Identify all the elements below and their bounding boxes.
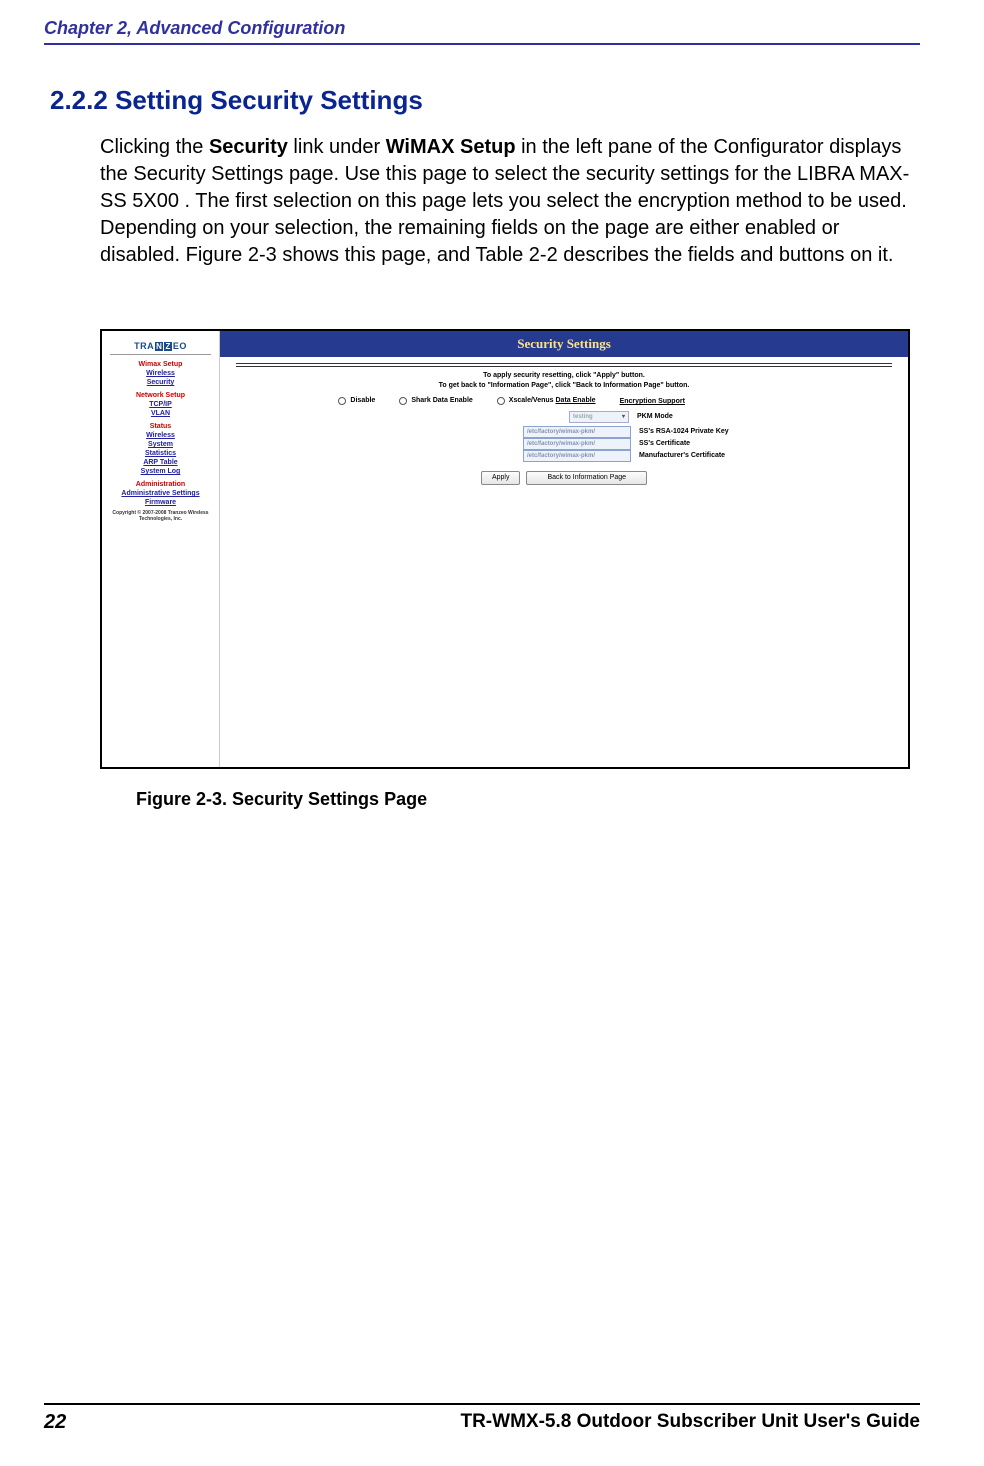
sidebar-link[interactable]: TCP/IP — [102, 401, 219, 408]
encryption-radio[interactable]: Shark Data Enable — [399, 397, 472, 405]
radio-icon — [338, 397, 346, 405]
figure-caption: Figure 2-3. Security Settings Page — [136, 789, 910, 810]
guide-title: TR-WMX-5.8 Outdoor Subscriber Unit User'… — [460, 1411, 920, 1434]
encryption-support-header: Encryption Support — [620, 398, 790, 405]
sidebar-link[interactable]: Wireless — [102, 432, 219, 439]
encryption-radio[interactable]: Disable — [338, 397, 375, 405]
sidebar-group-title: Network Setup — [102, 392, 219, 399]
button-row: Apply Back to Information Page — [481, 471, 647, 485]
chevron-down-icon: ▾ — [622, 413, 625, 420]
back-button[interactable]: Back to Information Page — [526, 471, 647, 485]
encryption-radio-row: Disable Shark Data Enable Xscale/Venus Dat… — [338, 397, 595, 405]
section-body: Clicking the Security link under WiMAX S… — [100, 134, 918, 269]
sidebar-link[interactable]: Security — [102, 379, 219, 386]
logo-part: TRA — [134, 341, 154, 351]
sidebar-group-title: Wimax Setup — [102, 361, 219, 368]
sidebar-link[interactable]: Firmware — [102, 499, 219, 506]
sidebar-link[interactable]: Wireless — [102, 370, 219, 377]
encryption-radio[interactable]: Xscale/Venus Data Enable — [497, 397, 596, 405]
cert-field-row: /etc/factory/wimax-pkm/SS's Certificate — [319, 438, 809, 450]
cert-path-input[interactable]: /etc/factory/wimax-pkm/ — [523, 438, 631, 450]
sidebar-link[interactable]: VLAN — [102, 410, 219, 417]
cert-field-label: SS's Certificate — [639, 440, 809, 447]
pkm-mode-label: PKM Mode — [637, 413, 807, 420]
logo-part: N — [155, 342, 163, 351]
instruction-line: To apply security resetting, click "Appl… — [220, 371, 908, 381]
sidebar-group-title: Administration — [102, 481, 219, 488]
logo-part: EO — [173, 341, 187, 351]
pkm-mode-value: testing — [573, 414, 593, 420]
sidebar-group-title: Status — [102, 423, 219, 430]
cert-path-input[interactable]: /etc/factory/wimax-pkm/ — [523, 426, 631, 438]
pkm-mode-row: testing ▾ PKM Mode — [321, 411, 807, 423]
instructions: To apply security resetting, click "Appl… — [220, 371, 908, 391]
section-title: 2.2.2 Setting Security Settings — [50, 85, 920, 116]
sidebar-link[interactable]: System — [102, 441, 219, 448]
radio-label: Disable — [350, 397, 375, 404]
divider-stack — [236, 363, 892, 367]
config-content: Security Settings To apply security rese… — [220, 331, 908, 767]
cert-field-label: SS's RSA-1024 Private Key — [639, 428, 809, 435]
figure-screenshot: TRA N Z EO Wimax Setup Wireless Security Ne… — [100, 329, 910, 769]
section-number: 2.2.2 — [50, 85, 108, 115]
instruction-line: To get back to "Information Page", click… — [220, 381, 908, 391]
figure-wrap: TRA N Z EO Wimax Setup Wireless Security Ne… — [100, 329, 910, 810]
radio-label: Xscale/Venus Data Enable — [509, 397, 596, 404]
logo: TRA N Z EO — [110, 335, 211, 355]
apply-button[interactable]: Apply — [481, 471, 521, 485]
config-sidebar: TRA N Z EO Wimax Setup Wireless Security Ne… — [102, 331, 220, 767]
cert-field-row: /etc/factory/wimax-pkm/SS's RSA-1024 Pri… — [319, 426, 809, 438]
page-number: 22 — [44, 1411, 66, 1434]
radio-icon — [497, 397, 505, 405]
cert-path-input[interactable]: /etc/factory/wimax-pkm/ — [523, 450, 631, 462]
sidebar-copyright: Copyright © 2007-2008 Tranzeo Wireless T… — [102, 510, 219, 522]
page-title: Security Settings — [220, 331, 908, 357]
radio-icon — [399, 397, 407, 405]
sidebar-link[interactable]: Administrative Settings — [102, 490, 219, 497]
page-footer: 22 TR-WMX-5.8 Outdoor Subscriber Unit Us… — [44, 1403, 920, 1434]
cert-field-label: Manufacturer's Certificate — [639, 452, 809, 459]
logo-part: Z — [164, 342, 171, 351]
fields-block: testing ▾ PKM Mode /etc/factory/wimax-pk… — [220, 411, 908, 485]
section-heading: Setting Security Settings — [115, 85, 423, 115]
pkm-mode-select[interactable]: testing ▾ — [569, 411, 629, 423]
sidebar-link[interactable]: ARP Table — [102, 459, 219, 466]
chapter-header: Chapter 2, Advanced Configuration — [44, 18, 920, 45]
sidebar-link[interactable]: Statistics — [102, 450, 219, 457]
radio-label: Shark Data Enable — [411, 397, 472, 404]
sidebar-link[interactable]: System Log — [102, 468, 219, 475]
cert-field-row: /etc/factory/wimax-pkm/Manufacturer's Ce… — [319, 450, 809, 462]
